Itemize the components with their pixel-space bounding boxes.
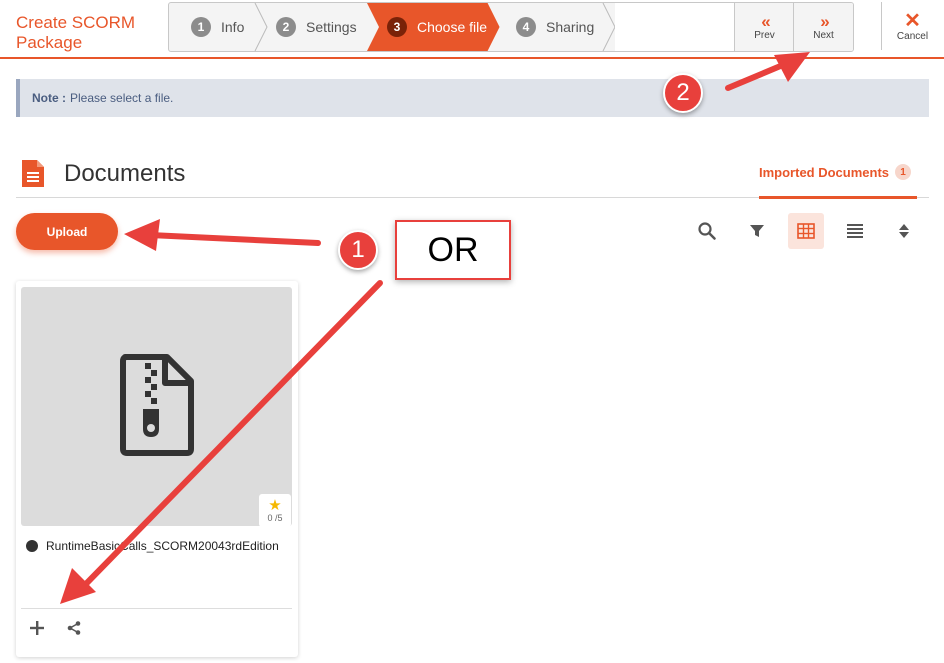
- search-button[interactable]: [689, 213, 725, 249]
- prev-button[interactable]: « Prev: [734, 3, 794, 51]
- grid-view-icon: [797, 223, 815, 239]
- annotation-badge-1: 1: [338, 230, 378, 270]
- rating-value: 0 /5: [267, 513, 283, 523]
- next-button[interactable]: » Next: [793, 3, 853, 51]
- tab-imported-documents[interactable]: Imported Documents 1: [759, 164, 912, 180]
- list-view-button[interactable]: [837, 213, 873, 249]
- note-text: Please select a file.: [70, 91, 174, 105]
- file-card[interactable]: ★ 0 /5 RuntimeBasicCalls_SCORM20043rdEdi…: [16, 281, 298, 657]
- document-icon: [22, 160, 44, 187]
- grid-view-button[interactable]: [788, 213, 824, 249]
- step-number: 3: [387, 17, 407, 37]
- annotation-or-box: OR: [395, 220, 511, 280]
- step-label: Info: [221, 19, 245, 35]
- step-sharing[interactable]: 4 Sharing: [516, 3, 594, 51]
- step-settings[interactable]: 2 Settings: [276, 3, 357, 51]
- step-number: 1: [191, 17, 211, 37]
- step-choose-file[interactable]: 3 Choose file: [387, 3, 487, 51]
- tab-count-badge: 1: [895, 164, 912, 180]
- documents-title: Documents: [64, 160, 186, 187]
- scorm-wizard-page: Create SCORM Package 1 Info 2 Settings 3…: [0, 0, 944, 663]
- file-name-row: RuntimeBasicCalls_SCORM20043rdEdition: [26, 539, 292, 553]
- close-icon: ✕: [904, 9, 921, 32]
- sort-icon: [899, 224, 909, 238]
- star-icon: ★: [268, 497, 282, 514]
- annotation-badge-2: 2: [663, 73, 703, 113]
- share-button[interactable]: [64, 618, 84, 638]
- status-dot-icon: [26, 540, 38, 552]
- list-view-icon: [847, 224, 863, 238]
- sort-button[interactable]: [886, 213, 922, 249]
- tab-label: Imported Documents: [759, 164, 890, 180]
- filter-button[interactable]: [739, 213, 775, 249]
- next-label: Next: [813, 29, 834, 41]
- file-name: RuntimeBasicCalls_SCORM20043rdEdition: [46, 539, 279, 553]
- rating-badge[interactable]: ★ 0 /5: [259, 494, 291, 527]
- cancel-label: Cancel: [896, 30, 929, 42]
- app-title: Create SCORM Package: [16, 13, 136, 52]
- note-prefix: Note :: [32, 91, 66, 105]
- step-number: 2: [276, 17, 296, 37]
- plus-icon: [30, 621, 44, 635]
- search-icon: [698, 222, 716, 240]
- filter-icon: [750, 225, 764, 237]
- step-label: Sharing: [546, 19, 595, 35]
- file-thumbnail[interactable]: ★ 0 /5: [21, 287, 292, 527]
- cancel-button[interactable]: ✕ Cancel: [881, 2, 943, 50]
- step-number: 4: [516, 17, 536, 37]
- double-chevron-right-icon: »: [820, 11, 830, 31]
- card-divider: [21, 608, 292, 609]
- upload-button[interactable]: Upload: [16, 213, 118, 250]
- double-chevron-left-icon: «: [761, 11, 771, 31]
- wizard-steps: 1 Info 2 Settings 3 Choose file 4 Sharin…: [168, 2, 854, 52]
- add-button[interactable]: [27, 618, 47, 638]
- note-banner: Note : Please select a file.: [16, 79, 929, 117]
- prev-label: Prev: [754, 29, 775, 41]
- tab-active-indicator: [759, 196, 917, 199]
- share-icon: [67, 621, 81, 635]
- header-divider: [0, 57, 944, 59]
- step-label: Choose file: [417, 19, 488, 35]
- step-label: Settings: [306, 19, 357, 35]
- step-info[interactable]: 1 Info: [191, 3, 244, 51]
- zip-file-icon: [120, 354, 194, 456]
